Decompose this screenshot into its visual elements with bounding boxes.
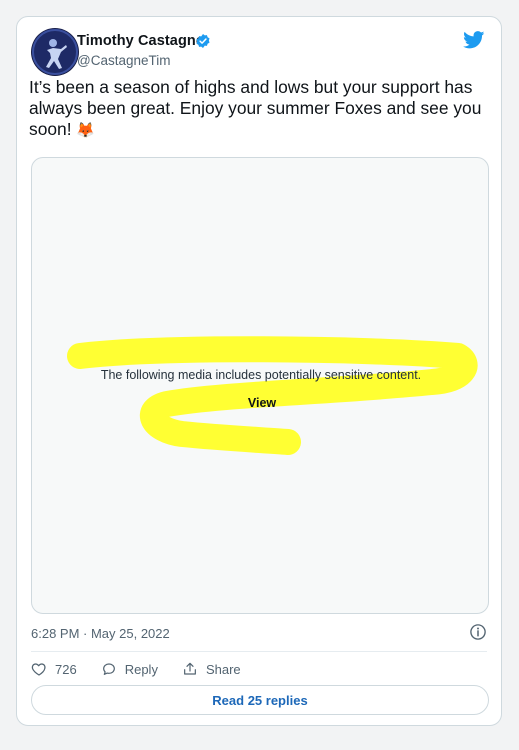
fox-emoji: 🦊 <box>76 122 96 139</box>
share-label: Share <box>205 661 241 677</box>
author-avatar[interactable] <box>31 28 79 76</box>
tweet-text-body: It’s been a season of highs and lows but… <box>29 77 482 139</box>
tweet-actions: 726 Reply Share <box>31 659 265 679</box>
sensitive-media-container[interactable]: The following media includes potentially… <box>31 157 489 614</box>
divider <box>31 651 487 652</box>
view-media-button[interactable]: View <box>234 396 290 410</box>
read-replies-button[interactable]: Read 25 replies <box>31 685 489 715</box>
info-icon[interactable] <box>469 623 487 641</box>
heart-icon <box>31 663 46 676</box>
author-handle[interactable]: @CastagneTim <box>77 53 171 68</box>
sensitive-content-notice: The following media includes potentially… <box>100 368 422 382</box>
like-count: 726 <box>55 661 77 677</box>
reply-bubble-icon <box>102 663 115 675</box>
like-button[interactable]: 726 <box>31 661 77 677</box>
share-button[interactable]: Share <box>182 661 241 677</box>
twitter-bird-icon[interactable] <box>463 31 485 49</box>
reply-label: Reply <box>124 661 158 677</box>
share-upload-icon <box>184 662 196 675</box>
verified-badge-icon <box>196 34 210 48</box>
author-display-name[interactable]: Timothy Castagne <box>77 33 204 49</box>
tweet-text: It’s been a season of highs and lows but… <box>29 77 491 141</box>
tweet-timestamp[interactable]: 6:28 PM · May 25, 2022 <box>31 626 170 641</box>
reply-button[interactable]: Reply <box>101 661 158 677</box>
player-avatar-icon <box>32 29 78 75</box>
tweet-card[interactable]: Timothy Castagne @CastagneTim It’s been … <box>16 16 502 726</box>
yellow-highlight-scribble <box>67 336 478 455</box>
